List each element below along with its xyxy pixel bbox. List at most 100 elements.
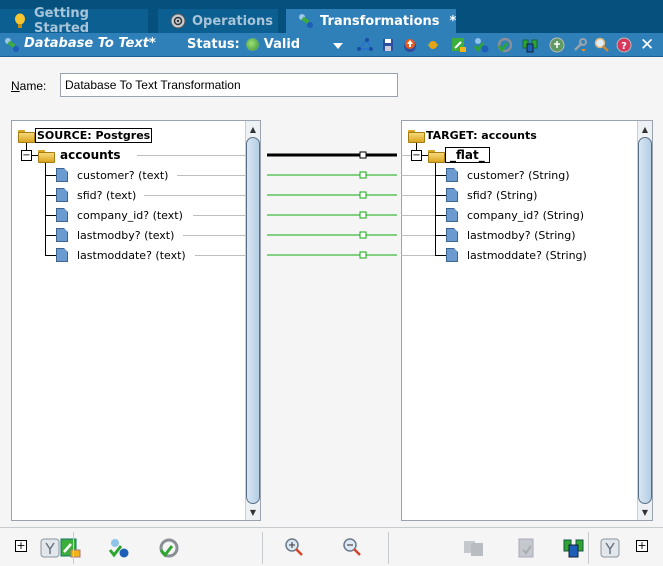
- tab-operations[interactable]: Operations: [158, 9, 278, 33]
- mapping-icon[interactable]: [522, 37, 538, 53]
- transformation-title: Database To Text*: [24, 36, 156, 51]
- scroll-up-icon[interactable]: ▲: [246, 121, 260, 137]
- target-field-node[interactable]: lastmodby? (String): [446, 227, 577, 243]
- source-root-node[interactable]: SOURCE: Postgres: [18, 127, 153, 143]
- name-mnemonic: N: [11, 79, 20, 93]
- target-field-node[interactable]: company_id? (String): [446, 207, 585, 223]
- status-label: Status:: [187, 37, 240, 52]
- field-icon: [56, 208, 68, 222]
- field-icon: [56, 168, 68, 182]
- toolbar-separator: [588, 532, 589, 564]
- title-bar: Database To Text* Status: Valid ? ✕: [0, 33, 663, 57]
- tab-label: Transformations: [320, 13, 440, 29]
- guide-line: [195, 255, 245, 256]
- test-icon[interactable]: [473, 37, 489, 53]
- dropdown-arrow-icon[interactable]: [333, 43, 343, 49]
- source-tree-panel: SOURCE: Postgres − accounts customer? (t…: [11, 120, 261, 521]
- zoom-in-icon[interactable]: [284, 537, 306, 559]
- toolbar-separator: [262, 532, 263, 564]
- mapping-handle[interactable]: [359, 251, 367, 259]
- guide-line: [144, 195, 245, 196]
- target-scrollbar[interactable]: ▲ ▼: [637, 121, 652, 520]
- folder-icon: [18, 129, 35, 143]
- copy-disabled-icon[interactable]: [463, 537, 485, 559]
- field-icon: [446, 168, 458, 182]
- field-icon: [446, 228, 458, 242]
- field-icon: [56, 248, 68, 262]
- operations-icon: [170, 13, 186, 29]
- guide-line: [177, 175, 245, 176]
- mapping-handle[interactable]: [359, 171, 367, 179]
- mapping-handle[interactable]: [359, 191, 367, 199]
- scroll-thumb[interactable]: [246, 137, 260, 504]
- lightbulb-icon: [12, 13, 28, 29]
- wrench-icon[interactable]: [572, 37, 588, 53]
- source-field-node[interactable]: lastmodby? (text): [56, 227, 175, 243]
- mapping-handle[interactable]: [359, 231, 367, 239]
- validate-icon[interactable]: [496, 37, 513, 53]
- yellow-dot-icon[interactable]: [425, 37, 441, 53]
- search-icon[interactable]: [594, 37, 610, 53]
- edit-source-icon[interactable]: [451, 37, 467, 53]
- expand-all-icon[interactable]: +: [636, 540, 648, 552]
- mapping-handle[interactable]: [359, 151, 367, 159]
- tab-label: Operations: [192, 13, 273, 29]
- filter-icon[interactable]: [600, 537, 622, 559]
- status-dot-icon: [245, 38, 259, 51]
- scroll-thumb[interactable]: [638, 137, 652, 504]
- mapping-view-icon[interactable]: [563, 537, 585, 559]
- target-folder-node[interactable]: _flat_: [428, 147, 490, 163]
- target-root-node[interactable]: TARGET: accounts: [408, 127, 538, 143]
- field-icon: [446, 208, 458, 222]
- field-icon: [446, 248, 458, 262]
- source-field-node[interactable]: company_id? (text): [56, 207, 184, 223]
- expand-all-icon[interactable]: +: [15, 540, 27, 552]
- modified-indicator: *: [449, 13, 457, 29]
- source-field-node[interactable]: customer? (text): [56, 167, 169, 183]
- status-value: Valid: [263, 37, 301, 52]
- transformation-icon: [298, 13, 314, 29]
- validate-mapping-icon[interactable]: [157, 537, 179, 559]
- link-icon[interactable]: [357, 37, 373, 53]
- close-icon[interactable]: ✕: [640, 35, 654, 55]
- name-label: Name:: [11, 79, 46, 93]
- guide-line: [193, 215, 245, 216]
- paste-disabled-icon[interactable]: [515, 537, 537, 559]
- scroll-down-icon[interactable]: ▼: [638, 504, 652, 520]
- scroll-down-icon[interactable]: ▼: [246, 504, 260, 520]
- target-field-node[interactable]: lastmoddate? (String): [446, 247, 588, 263]
- folder-icon: [38, 149, 55, 163]
- target-field-node[interactable]: customer? (String): [446, 167, 571, 183]
- map-folder-icon[interactable]: [59, 537, 81, 559]
- source-field-node[interactable]: sfid? (text): [56, 187, 137, 203]
- tab-getting-started[interactable]: Getting Started: [0, 6, 148, 36]
- svg-text:?: ?: [621, 41, 627, 52]
- target-field-node[interactable]: sfid? (String): [446, 187, 538, 203]
- source-field-node[interactable]: lastmoddate? (text): [56, 247, 187, 263]
- source-scrollbar[interactable]: ▲ ▼: [245, 121, 260, 520]
- test-mapping-icon[interactable]: [107, 537, 129, 559]
- field-icon: [56, 228, 68, 242]
- collapse-toggle[interactable]: −: [21, 150, 32, 161]
- refresh-icon[interactable]: [549, 37, 565, 53]
- tree-connector: [45, 162, 46, 256]
- guide-line: [137, 155, 245, 156]
- mapping-handle[interactable]: [359, 211, 367, 219]
- tree-connector: [435, 162, 436, 256]
- toolbar-separator: [73, 532, 74, 564]
- help-icon[interactable]: ?: [616, 37, 632, 53]
- upload-icon[interactable]: [402, 37, 418, 53]
- name-label-rest: ame:: [19, 79, 47, 93]
- field-icon: [446, 188, 458, 202]
- tab-transformations[interactable]: Transformations *: [286, 9, 456, 33]
- guide-line: [183, 235, 245, 236]
- source-folder-node[interactable]: accounts: [38, 147, 122, 163]
- collapse-toggle[interactable]: −: [411, 150, 422, 161]
- toolbar-separator: [388, 532, 389, 564]
- name-input[interactable]: [60, 73, 398, 97]
- zoom-out-icon[interactable]: [342, 537, 364, 559]
- save-icon[interactable]: [380, 37, 396, 53]
- scroll-up-icon[interactable]: ▲: [638, 121, 652, 137]
- transformation-icon: [4, 37, 20, 53]
- folder-icon: [408, 129, 425, 143]
